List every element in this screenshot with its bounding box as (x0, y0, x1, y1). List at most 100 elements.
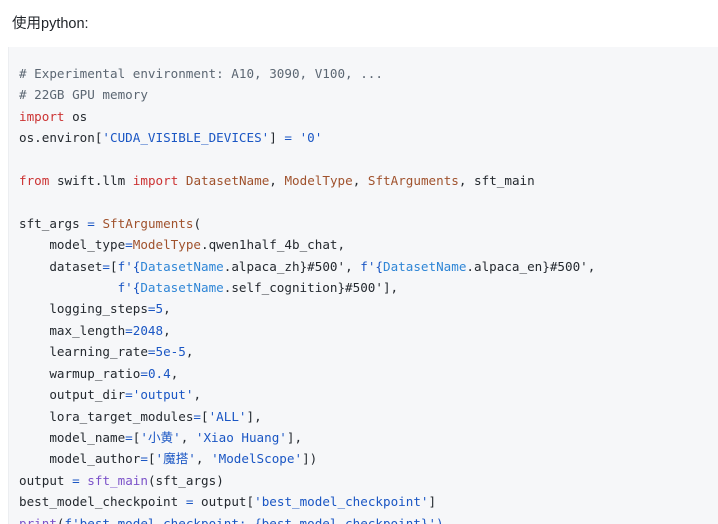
token-class-modeltype: ModelType (284, 173, 353, 189)
token-comment: # 22GB GPU memory (19, 87, 148, 103)
token-operator-assign: = (284, 130, 292, 146)
token-bracket: ] (269, 130, 285, 146)
token-string-modelscope-en: 'ModelScope' (211, 451, 303, 467)
code-line: learning_rate=5e-5, (19, 341, 718, 362)
token-bracket: ], (286, 429, 303, 445)
page-root: 使用python: # Experimental environment: A1… (0, 0, 718, 524)
code-line: # 22GB GPU memory (19, 84, 718, 105)
token-operator-assign: = (147, 301, 156, 317)
token-number-loggingsteps: 5 (155, 301, 164, 317)
token-function-sftmain: sft_main (87, 472, 148, 488)
code-line: print(f'best_model_checkpoint: {best_mod… (19, 513, 718, 524)
token-operator-assign: = (140, 365, 148, 381)
token-fstring-body: .alpaca_zh}#500' (223, 258, 346, 274)
token-paren: ( (147, 472, 156, 488)
token-kwarg-modeltype: model_type (49, 237, 126, 253)
token-bracket: [ (110, 258, 118, 274)
token-fstring-prefix: f'{ (117, 258, 141, 274)
token-number-learningrate: 5e-5 (155, 344, 186, 360)
token-string-cuda-key: 'CUDA_VISIBLE_DEVICES' (102, 130, 270, 146)
token-bracket: ] (428, 494, 437, 510)
token-keyword-from: from (19, 173, 50, 189)
token-class-sftarguments: SftArguments (102, 215, 194, 231)
token-operator-assign: = (140, 451, 148, 467)
code-block[interactable]: # Experimental environment: A10, 3090, V… (8, 47, 718, 524)
token-module-os: os (72, 108, 88, 124)
code-line: from swift.llm import DatasetName, Model… (19, 170, 718, 191)
token-name-sftmain: sft_main (474, 173, 535, 189)
token-string-modao-zh: '魔搭' (155, 451, 196, 467)
token-var-output: output (201, 494, 247, 510)
token-comma: , (180, 429, 196, 445)
token-var-sftargs: sft_args (19, 215, 80, 231)
token-comma: , (185, 344, 194, 360)
code-line: best_model_checkpoint = output['best_mod… (19, 491, 718, 512)
token-comma: , (269, 173, 285, 189)
token-fstring-prefix: f'{ (117, 280, 141, 296)
token-operator-assign: = (147, 344, 156, 360)
code-content[interactable]: # Experimental environment: A10, 3090, V… (19, 63, 718, 524)
token-comma: , (352, 173, 368, 189)
token-kwarg-maxlength: max_length (49, 322, 126, 338)
token-number-warmupratio: 0.4 (147, 365, 171, 381)
token-kwarg-modelauthor: model_author (49, 451, 141, 467)
token-operator-assign: = (87, 215, 95, 231)
code-line: f'{DatasetName.self_cognition}#500'], (19, 277, 718, 298)
token-kwarg-loggingsteps: logging_steps (49, 301, 148, 317)
token-operator-assign: = (125, 429, 133, 445)
token-class-datasetname: DatasetName (140, 280, 224, 296)
token-comment: # Experimental environment: A10, 3090, V… (19, 66, 383, 81)
token-string-bestmodelcheckpoint-key: 'best_model_checkpoint' (254, 494, 429, 510)
code-line: output = sft_main(sft_args) (19, 470, 718, 491)
token-comma: , (587, 258, 596, 274)
token-bracket: [ (201, 408, 209, 424)
token-comma: , (195, 451, 212, 467)
token-comma: , (163, 322, 171, 338)
token-kwarg-outputdir: output_dir (49, 387, 126, 403)
code-line: warmup_ratio=0.4, (19, 363, 718, 384)
token-module-swift: swift.llm (56, 173, 126, 189)
token-class-datasetname: DatasetName (140, 258, 224, 274)
token-operator-assign: = (125, 322, 133, 338)
token-paren: ) (216, 472, 224, 488)
code-line: import os (19, 106, 718, 127)
token-kwarg-dataset: dataset (49, 258, 103, 274)
token-paren: ( (193, 215, 202, 231)
token-class-datasetname: DatasetName (383, 258, 467, 274)
token-string-cuda-val: '0' (299, 130, 323, 146)
token-comma: , (458, 173, 475, 189)
token-fstring-body: .self_cognition}#500'], (223, 280, 399, 296)
token-fstring-prefix: f'{ (360, 258, 384, 274)
code-line: model_name=['小黄', 'Xiao Huang'], (19, 427, 718, 448)
token-fstring-body: .alpaca_en}#500' (466, 258, 588, 274)
token-kwarg-loratargetmodules: lora_target_modules (49, 408, 194, 424)
code-line: max_length=2048, (19, 320, 718, 341)
token-class-datasetname: DatasetName (185, 173, 270, 189)
token-operator-assign: = (72, 472, 80, 488)
code-line: output_dir='output', (19, 384, 718, 405)
token-class-sftarguments: SftArguments (367, 173, 459, 189)
token-operator-assign: = (125, 387, 133, 403)
token-operator-assign: = (102, 258, 111, 274)
intro-paragraph: 使用python: (12, 16, 89, 32)
token-kwarg-learningrate: learning_rate (49, 344, 148, 360)
